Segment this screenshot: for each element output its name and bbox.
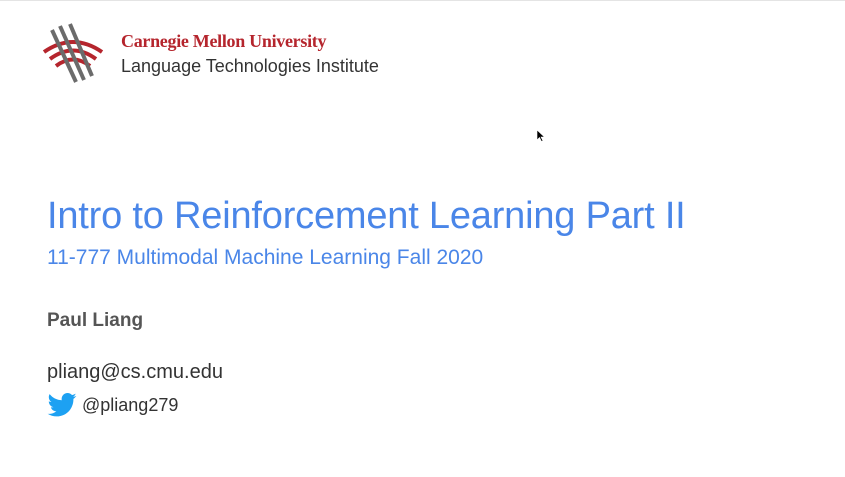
cmu-tartan-wave-icon (42, 23, 104, 83)
twitter-contact: @pliang279 (47, 392, 178, 418)
mouse-pointer-icon (537, 130, 545, 142)
presentation-slide: Carnegie Mellon University Language Tech… (0, 0, 845, 477)
university-name: Carnegie Mellon University (121, 31, 327, 51)
slide-subtitle: 11-777 Multimodal Machine Learning Fall … (47, 246, 484, 269)
institute-name: Language Technologies Institute (121, 56, 379, 76)
top-divider (0, 0, 845, 1)
twitter-handle: @pliang279 (82, 394, 179, 415)
slide-title: Intro to Reinforcement Learning Part II (47, 195, 686, 237)
twitter-bird-icon (47, 393, 77, 417)
author-name: Paul Liang (47, 310, 144, 331)
author-email: pliang@cs.cmu.edu (47, 361, 223, 383)
